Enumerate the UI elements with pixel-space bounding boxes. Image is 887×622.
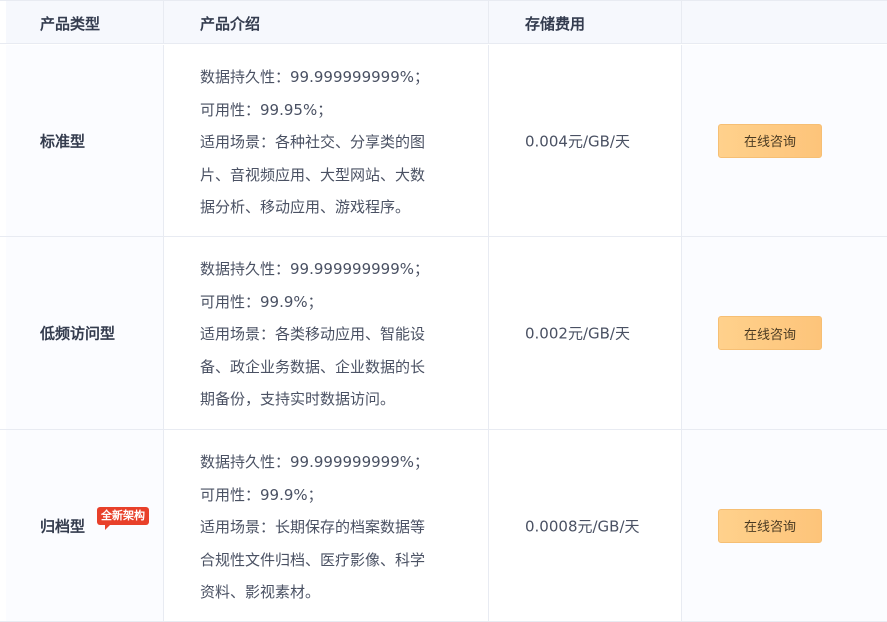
type-cell: 标准型 (0, 45, 163, 236)
new-architecture-badge: 全新架构 (97, 507, 149, 530)
header-label-type: 产品类型 (40, 15, 101, 33)
description-text: 数据持久性：99.999999999%； 可用性：99.9%； 适用场景：各类移… (200, 253, 450, 416)
price-cell: 0.002元/GB/天 (488, 237, 681, 429)
type-name: 归档型 (40, 517, 86, 535)
description-text: 数据持久性：99.999999999%； 可用性：99.9%； 适用场景：长期保… (200, 446, 450, 609)
consult-button[interactable]: 在线咨询 (718, 316, 822, 350)
type-cell: 归档型 全新架构 (0, 430, 163, 621)
description-line: 数据持久性：99.999999999%； (200, 453, 429, 471)
description-line: 资料、影视素材。 (200, 583, 321, 601)
price-text: 0.002元/GB/天 (525, 324, 630, 343)
description-line: 适用场景：各种社交、分享类的图 (200, 133, 426, 151)
price-cell: 0.004元/GB/天 (488, 45, 681, 236)
price-text: 0.004元/GB/天 (525, 132, 630, 150)
description-cell: 数据持久性：99.999999999%； 可用性：99.9%； 适用场景：各类移… (163, 237, 488, 429)
action-cell: 在线咨询 (681, 45, 887, 236)
header-cell-price: 存储费用 (488, 1, 681, 43)
consult-button[interactable]: 在线咨询 (718, 123, 822, 158)
description-line: 合规性文件归档、医疗影像、科学 (200, 550, 426, 569)
description-line: 据分析、移动应用、游戏程序。 (200, 198, 411, 216)
price-text: 0.0008元/GB/天 (525, 517, 640, 535)
pricing-table: 产品类型 产品介绍 存储费用 标准型 数据持久性：99.999999999%； … (0, 0, 887, 622)
type-name: 低频访问型 (40, 324, 116, 343)
table-row: 低频访问型 数据持久性：99.999999999%； 可用性：99.9%； 适用… (0, 237, 887, 430)
header-label-price: 存储费用 (525, 15, 586, 33)
action-cell: 在线咨询 (681, 237, 887, 429)
description-line: 适用场景：长期保存的档案数据等 (200, 518, 426, 536)
description-line: 片、音视频应用、大型网站、大数 (200, 165, 426, 184)
table-row: 归档型 全新架构 数据持久性：99.999999999%； 可用性：99.9%；… (0, 430, 887, 622)
table-header: 产品类型 产品介绍 存储费用 (0, 1, 887, 44)
type-name: 标准型 (40, 132, 86, 150)
action-cell: 在线咨询 (681, 430, 887, 621)
table-row: 标准型 数据持久性：99.999999999%； 可用性：99.95%； 适用场… (0, 45, 887, 237)
description-line: 适用场景：各类移动应用、智能设 (200, 325, 426, 343)
description-line: 可用性：99.9%； (200, 485, 323, 504)
description-line: 数据持久性：99.999999999%； (200, 68, 429, 86)
description-cell: 数据持久性：99.999999999%； 可用性：99.95%； 适用场景：各种… (163, 45, 488, 236)
description-cell: 数据持久性：99.999999999%； 可用性：99.9%； 适用场景：长期保… (163, 430, 488, 621)
description-line: 数据持久性：99.999999999%； (200, 260, 429, 278)
description-text: 数据持久性：99.999999999%； 可用性：99.95%； 适用场景：各种… (200, 61, 450, 224)
type-cell: 低频访问型 (0, 237, 163, 429)
description-line: 期备份，支持实时数据访问。 (200, 390, 396, 408)
header-cell-type: 产品类型 (0, 1, 163, 43)
description-line: 备、政企业务数据、企业数据的长 (200, 357, 426, 376)
description-line: 可用性：99.95%； (200, 100, 333, 119)
description-line: 可用性：99.9%； (200, 292, 323, 311)
price-cell: 0.0008元/GB/天 (488, 430, 681, 621)
consult-button[interactable]: 在线咨询 (718, 508, 822, 543)
header-cell-action (681, 1, 887, 43)
header-label-description: 产品介绍 (200, 15, 261, 33)
header-cell-description: 产品介绍 (163, 1, 488, 43)
